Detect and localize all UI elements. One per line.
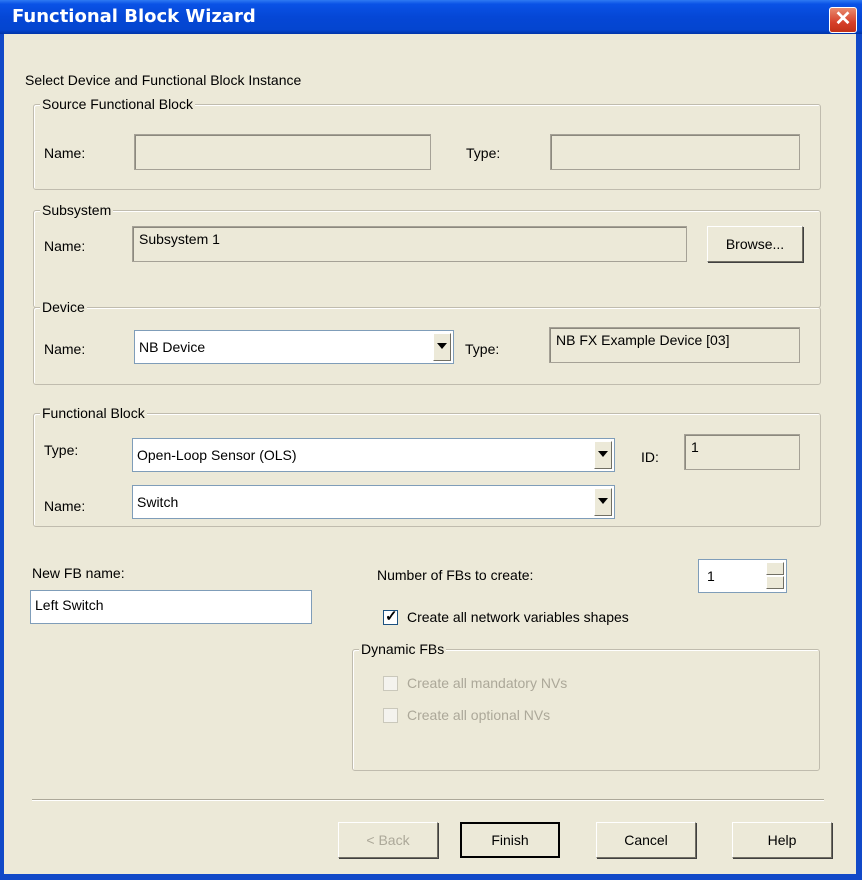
- fb-id-label: ID:: [641, 449, 659, 465]
- source-fb-group-title: Source Functional Block: [40, 96, 195, 112]
- fb-name-label: Name:: [44, 498, 86, 514]
- dynamic-fbs-group-title: Dynamic FBs: [359, 641, 447, 657]
- optional-nvs-checkbox[interactable]: [383, 708, 398, 723]
- new-fb-name-input[interactable]: Left Switch: [30, 590, 312, 624]
- device-type-field: NB FX Example Device [03]: [549, 327, 800, 363]
- wizard-window: Functional Block Wizard ✕ Select Device …: [0, 0, 862, 880]
- cancel-button[interactable]: Cancel: [596, 822, 696, 858]
- device-name-value: NB Device: [139, 339, 206, 355]
- mandatory-nvs-checkbox[interactable]: [383, 676, 398, 691]
- finish-button[interactable]: Finish: [460, 822, 560, 858]
- new-fb-name-label: New FB name:: [32, 565, 125, 581]
- create-shapes-label[interactable]: Create all network variables shapes: [407, 609, 629, 625]
- title-bar[interactable]: Functional Block Wizard ✕: [0, 0, 862, 34]
- chevron-down-icon[interactable]: [594, 441, 612, 469]
- fb-type-label: Type:: [44, 442, 79, 458]
- help-button[interactable]: Help: [732, 822, 832, 858]
- fb-count-label: Number of FBs to create:: [377, 567, 534, 583]
- footer-divider: [32, 799, 824, 801]
- subsystem-name-field: Subsystem 1: [132, 226, 687, 262]
- fb-type-value: Open-Loop Sensor (OLS): [137, 447, 297, 463]
- instruction-text: Select Device and Functional Block Insta…: [25, 72, 302, 88]
- spin-down-icon[interactable]: [766, 576, 784, 589]
- dialog-body: Select Device and Functional Block Insta…: [4, 34, 856, 874]
- fb-type-dropdown[interactable]: Open-Loop Sensor (OLS): [132, 438, 615, 472]
- close-icon[interactable]: ✕: [829, 7, 857, 33]
- fb-name-dropdown[interactable]: Switch: [132, 485, 615, 519]
- mandatory-nvs-label: Create all mandatory NVs: [407, 675, 568, 691]
- browse-button[interactable]: Browse...: [707, 226, 803, 262]
- create-shapes-checkbox[interactable]: ✓: [383, 608, 398, 625]
- source-name-label: Name:: [44, 145, 86, 161]
- window-title: Functional Block Wizard: [12, 6, 256, 27]
- source-type-label: Type:: [466, 145, 501, 161]
- device-name-dropdown[interactable]: NB Device: [134, 330, 454, 364]
- device-type-label: Type:: [465, 341, 500, 357]
- fb-name-value: Switch: [137, 494, 179, 510]
- chevron-down-icon[interactable]: [594, 488, 612, 516]
- source-type-field: [550, 134, 800, 170]
- subsystem-group-title: Subsystem: [40, 202, 114, 218]
- fb-count-value: 1: [707, 568, 715, 584]
- device-group-title: Device: [40, 299, 87, 315]
- subsystem-name-label: Name:: [44, 238, 86, 254]
- fb-id-field: 1: [684, 434, 800, 470]
- fb-count-stepper[interactable]: 1: [698, 559, 787, 593]
- functional-block-group-title: Functional Block: [40, 405, 147, 421]
- optional-nvs-label: Create all optional NVs: [407, 707, 551, 723]
- source-name-field: [134, 134, 431, 170]
- checkmark-icon: ✓: [385, 608, 398, 625]
- back-button[interactable]: < Back: [338, 822, 438, 858]
- chevron-down-icon[interactable]: [433, 333, 451, 361]
- device-name-label: Name:: [44, 341, 86, 357]
- spin-up-icon[interactable]: [766, 562, 784, 575]
